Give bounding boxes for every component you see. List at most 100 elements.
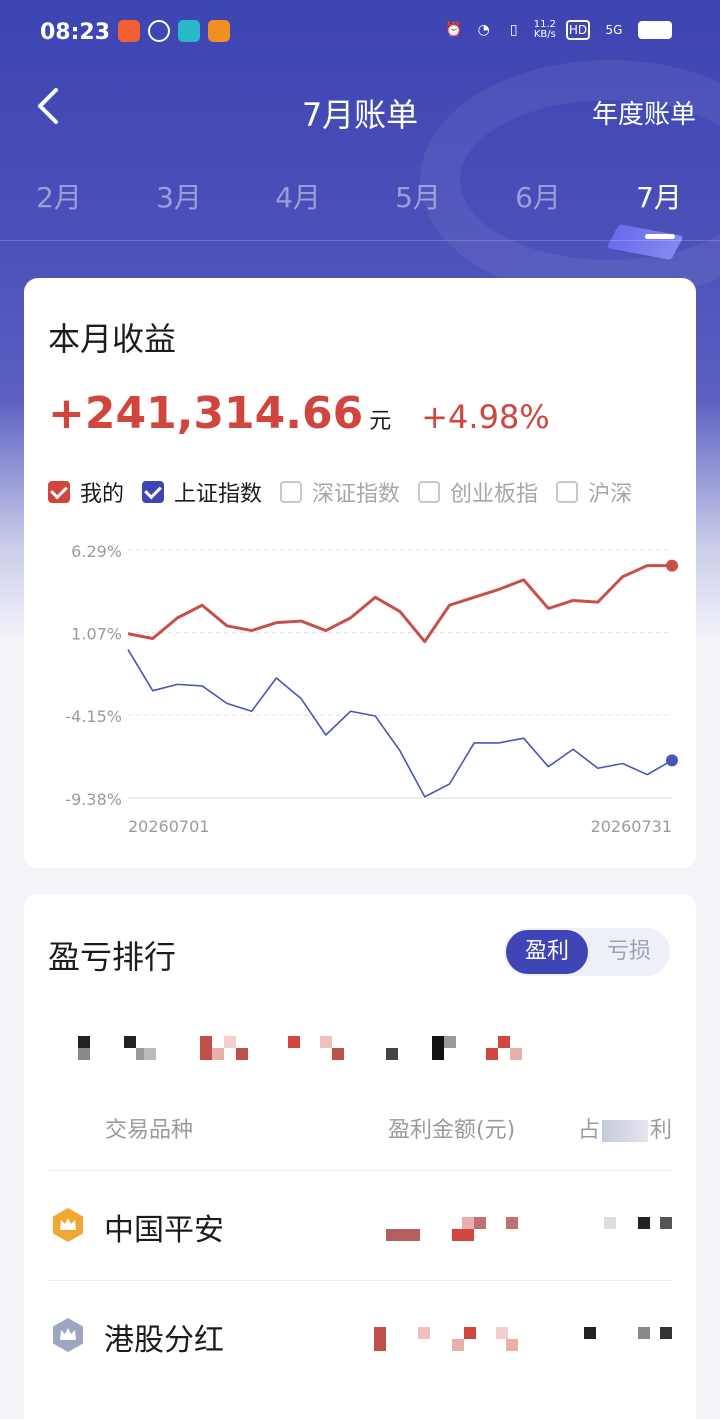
- tab-month[interactable]: 6月: [498, 176, 578, 216]
- legend-hs300[interactable]: 沪深: [556, 476, 632, 508]
- annual-bill-link[interactable]: 年度账单: [592, 94, 696, 131]
- nav-bar: 7月账单 年度账单: [0, 80, 720, 140]
- checkbox-icon: [418, 481, 441, 503]
- legend-shenzhen-index[interactable]: 深证指数: [280, 476, 400, 508]
- vibrate-icon: ▯: [509, 22, 518, 38]
- net-speed: 11.2 KB/s: [533, 19, 556, 40]
- pixel: [462, 1217, 474, 1229]
- y-tick-label: -4.15%: [65, 707, 122, 726]
- series-line-mine: [127, 564, 672, 644]
- profit-summary: +241,314.66 元 +4.98%: [48, 388, 550, 439]
- col-profit-share: 占利: [577, 1118, 672, 1143]
- gold-crown-medal-icon: [53, 1208, 83, 1242]
- series-line-index: [127, 649, 673, 798]
- tab-month[interactable]: 5月: [378, 176, 458, 216]
- legend-shanghai-index[interactable]: 上证指数: [142, 476, 262, 508]
- card-title: 本月收益: [48, 320, 177, 358]
- checkbox-icon: [556, 481, 579, 503]
- checkbox-checked-icon: [142, 481, 165, 503]
- profit-loss-toggle: 盈利 亏损: [504, 928, 670, 976]
- tab-month[interactable]: 3月: [139, 176, 219, 216]
- table-row[interactable]: 中国平安: [48, 1170, 672, 1280]
- app-notification-icon: [208, 20, 230, 42]
- pixel: [78, 1048, 90, 1060]
- pixel: [200, 1036, 212, 1048]
- pixel: [496, 1327, 508, 1339]
- ranking-table-header: 交易品种 盈利金额(元) 占利: [48, 1112, 672, 1152]
- app-notification-icon: [178, 20, 200, 42]
- return-line-chart: 6.29% 1.07% -4.15% -9.38% 20260701 20260731: [65, 542, 678, 836]
- x-tick-label: 20260701: [128, 817, 209, 836]
- table-row[interactable]: 港股分红: [48, 1280, 672, 1390]
- pixel: [432, 1036, 444, 1048]
- profit-ranking-card: 盈亏排行 盈利 亏损 交易品种 盈利金额(元) 占利 中国平安 港股分红: [24, 894, 696, 1419]
- monthly-income-card: 本月收益 +241,314.66 元 +4.98% 我的 上证指数 深证指数 创…: [24, 278, 696, 868]
- system-icons: ⏰ ◔ ▯ 11.2 KB/s HD 5G: [444, 20, 672, 40]
- pixel: [144, 1048, 156, 1060]
- pixel: [638, 1217, 650, 1229]
- pixel: [444, 1036, 456, 1048]
- silver-crown-medal-icon: [53, 1318, 83, 1352]
- profit-unit: 元: [369, 409, 392, 434]
- tab-indicator: [645, 234, 675, 239]
- app-notification-icon: [148, 20, 170, 42]
- pixel: [452, 1339, 464, 1351]
- checkbox-checked-icon: [48, 481, 70, 503]
- pixel: [464, 1327, 476, 1339]
- pixel: [506, 1217, 518, 1229]
- pixelated-block: [601, 1120, 648, 1142]
- pixel: [320, 1036, 332, 1048]
- app-notification-icon: [118, 20, 140, 42]
- toggle-loss[interactable]: 亏损: [588, 928, 670, 976]
- instrument-name: 港股分红: [104, 1323, 224, 1358]
- pixel: [374, 1327, 386, 1351]
- profit-value: +241,314.66: [48, 388, 364, 439]
- y-tick-label: 6.29%: [71, 542, 122, 561]
- col-instrument: 交易品种: [105, 1118, 194, 1143]
- pixel: [386, 1229, 420, 1241]
- pixel: [124, 1036, 136, 1048]
- pixel: [474, 1217, 486, 1229]
- series-end-point: [666, 754, 678, 767]
- pixel: [584, 1327, 596, 1339]
- battery-icon: [638, 21, 672, 39]
- pixel: [200, 1048, 212, 1060]
- pixel: [510, 1048, 522, 1060]
- y-tick-label: -9.38%: [65, 790, 122, 809]
- pixel: [452, 1229, 474, 1241]
- pixel: [288, 1036, 300, 1048]
- pixel: [386, 1048, 398, 1060]
- month-tabs: 2月 3月 4月 5月 6月 7月: [0, 170, 720, 242]
- pixel: [432, 1048, 444, 1060]
- pixelated-summary: [52, 1032, 532, 1060]
- legend-chinext-index[interactable]: 创业板指: [418, 476, 538, 508]
- pixel: [224, 1036, 236, 1048]
- pixel: [332, 1048, 344, 1060]
- hd-icon: HD: [566, 20, 590, 40]
- instrument-name: 中国平安: [104, 1213, 224, 1248]
- profit-percentage: +4.98%: [421, 398, 550, 436]
- legend-mine[interactable]: 我的: [48, 476, 124, 508]
- pixel: [418, 1327, 430, 1339]
- x-tick-label: 20260731: [591, 817, 672, 836]
- card-title: 盈亏排行: [48, 938, 177, 976]
- toggle-profit[interactable]: 盈利: [506, 930, 588, 974]
- tab-month[interactable]: 4月: [258, 176, 338, 216]
- notification-icons: [118, 20, 230, 42]
- pixel: [78, 1036, 90, 1048]
- pixel: [236, 1048, 248, 1060]
- alarm-icon: ⏰: [445, 22, 463, 38]
- tab-month-selected[interactable]: 7月: [619, 176, 699, 216]
- status-time: 08:23: [40, 20, 111, 45]
- col-profit-amount: 盈利金额(元): [388, 1118, 516, 1143]
- pixel: [638, 1327, 650, 1339]
- pixel: [506, 1339, 518, 1351]
- y-tick-label: 1.07%: [71, 625, 122, 644]
- pixel: [660, 1327, 672, 1339]
- pixel: [660, 1217, 672, 1229]
- tab-month[interactable]: 2月: [19, 176, 99, 216]
- checkbox-icon: [280, 481, 303, 503]
- pixel: [604, 1217, 616, 1229]
- divider: [0, 240, 720, 241]
- status-bar: 08:23 ⏰ ◔ ▯ 11.2 KB/s HD 5G: [0, 0, 720, 66]
